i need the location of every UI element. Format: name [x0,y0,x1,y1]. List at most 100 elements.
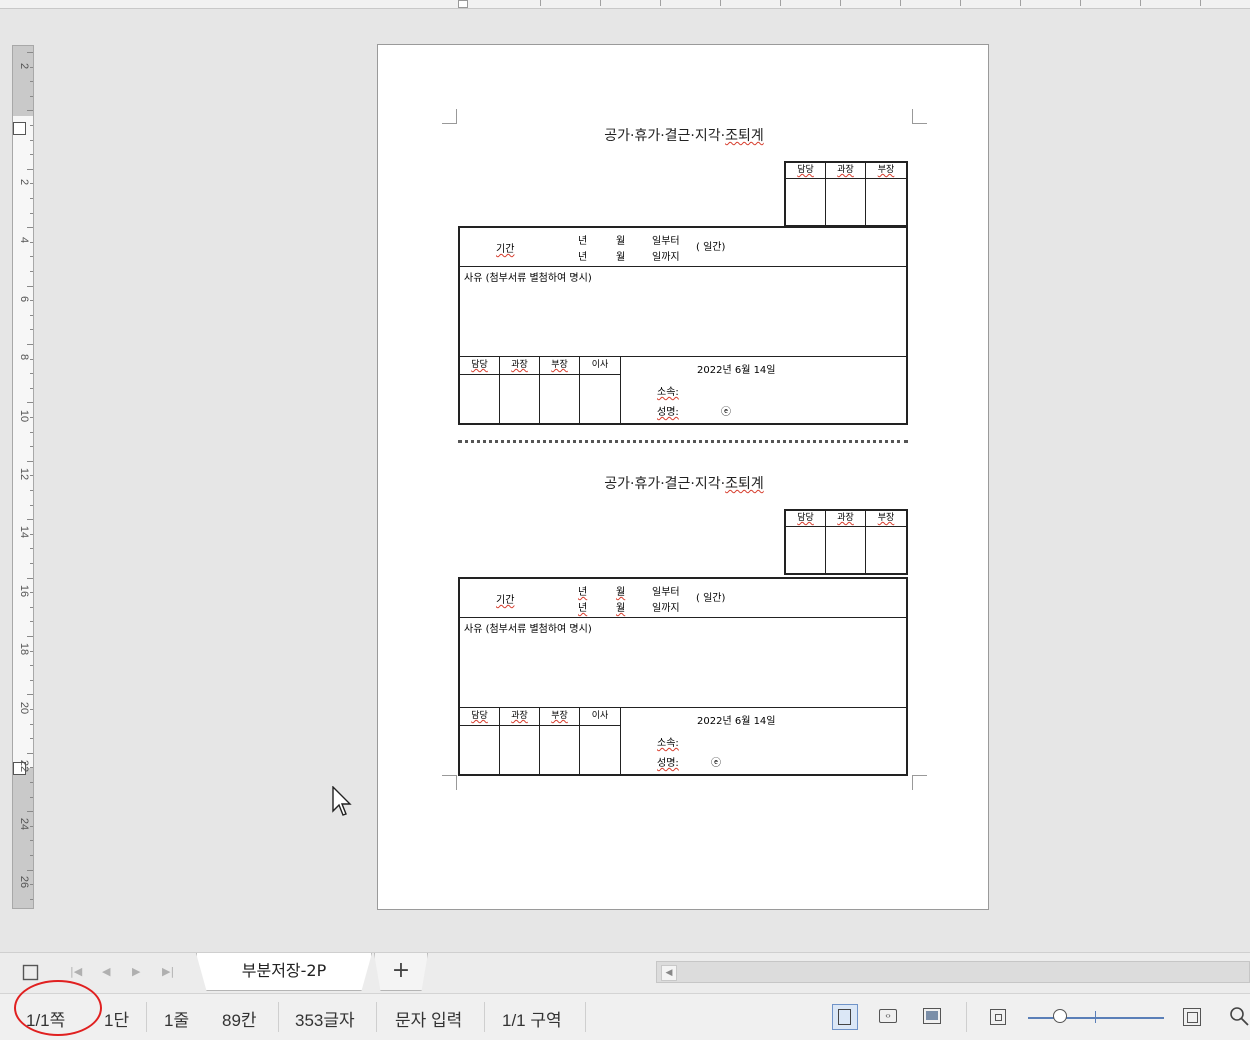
normal-view-icon[interactable] [832,1004,858,1030]
status-chars: 353글자 [295,1011,355,1030]
ruler-tick [30,679,33,681]
next-tab-icon[interactable]: ▶ [132,965,140,978]
full-page-icon[interactable] [920,1004,946,1030]
sign-box[interactable]: 2022년 6월 14일 소속: 성명: ⓔ [621,708,906,774]
ruler-tick [27,519,33,521]
sheet-tab-active[interactable]: 부분저장-2P [196,953,372,991]
ruler-tick [30,723,33,725]
approval-table: 담당 과장 부장 [784,161,908,227]
status-page[interactable]: 1/1쪽 [26,1006,65,1031]
top-ruler [0,0,1250,9]
ruler-tick [30,782,33,783]
ruler-tick [27,52,33,53]
status-section: 1/1 구역 [502,1011,562,1030]
stamp-table: 담당 과장 부장 이사 [460,357,621,423]
form-title: 공가·휴가·결근·지각·조퇴계 [604,476,764,492]
prev-tab-icon[interactable]: ◀ [102,965,110,978]
ruler-tick [30,650,33,652]
ruler-tick [30,95,33,97]
zoom-slider-knob[interactable] [1053,1009,1067,1023]
ruler-label: 22 [18,759,30,773]
ruler-tick [30,431,33,433]
ruler-tick [30,548,33,550]
ruler-tick [30,563,33,564]
ruler-tick [30,533,33,535]
ruler-label: 16 [18,584,30,598]
ruler-tick [30,66,33,68]
approval-table: 담당 과장 부장 [784,509,908,575]
top-margin-marker[interactable] [13,122,26,135]
ruler-tick [30,592,33,594]
ruler-tick [30,504,33,506]
ruler-label: 10 [18,409,30,423]
ruler-tick [30,212,33,214]
ruler-tick [30,446,33,448]
ruler-label: 2 [18,62,30,70]
ruler-tick [30,709,33,710]
ruler-tick [30,271,33,272]
page-view-icon[interactable] [22,964,40,982]
ruler-tick [30,738,33,740]
ruler-tick [30,154,33,156]
ruler-tick [30,417,33,418]
ruler-label: 26 [18,875,30,889]
ruler-tick [30,665,33,667]
status-column: 1단 [104,1011,130,1030]
ruler-tick [27,752,33,754]
ruler-tick [27,636,33,637]
status-bar: 1/1쪽 1단 1줄 89칸 353글자 문자 입력 1/1 구역 ‹› [0,980,1250,1040]
reason-row[interactable]: 사유 (첨부서류 별첨하여 명시) [460,618,906,708]
period-row[interactable]: 기간 년 월 일부터 년 월 일까지 ( 일간) [460,579,906,618]
horizontal-scrollbar[interactable]: ◀ [656,961,1250,983]
first-tab-icon[interactable]: |◀ [70,965,82,978]
ruler-label: 8 [18,353,30,361]
sign-box[interactable]: 2022년 6월 14일 소속: 성명: ⓔ [621,357,906,423]
ruler-tick [30,825,33,827]
zoom-slider[interactable] [1028,1017,1164,1019]
ruler-tick [27,344,33,345]
status-cell: 89칸 [222,1011,257,1030]
ruler-tick [30,300,33,302]
form-main-table: 기간 년 월 일부터 년 월 일까지 ( 일간) 사유 (첨부서류 별첨하여 명… [458,577,908,776]
ruler-tick [27,869,33,871]
ruler-label: 4 [18,236,30,244]
ruler-tick [30,183,33,185]
ruler-tick [30,125,33,126]
vertical-ruler[interactable]: 2 2 4 6 8 10 12 14 16 18 20 22 24 26 [12,45,34,909]
ruler-tick [30,475,33,477]
document-page[interactable]: 공가·휴가·결근·지각·조퇴계 담당 과장 부장 기간 년 월 일부터 년 월 … [377,44,989,910]
status-input-mode[interactable]: 문자 입력 [395,1006,462,1031]
scroll-left-icon[interactable]: ◀ [661,965,677,981]
zoom-in-icon[interactable] [1180,1004,1206,1030]
ruler-label: 2 [18,178,30,186]
ruler-tick [30,373,33,375]
ruler-tick [30,855,33,856]
ruler-tick [30,840,33,842]
ruler-tick [30,329,33,331]
ruler-tick [30,796,33,798]
ruler-tick [27,168,33,170]
ruler-tick [30,621,33,623]
period-row[interactable]: 기간 년 월 일부터 년 월 일까지 ( 일간) [460,228,906,267]
ruler-label: 14 [18,525,30,539]
ruler-label: 6 [18,295,30,303]
ruler-tick [27,110,33,112]
ruler-label: 20 [18,701,30,715]
last-tab-icon[interactable]: ▶| [162,965,174,978]
ruler-tick [30,884,33,886]
ruler-tick [30,767,33,769]
ruler-tick [30,139,33,141]
ruler-tick [30,198,33,199]
sheet-tab-bar: |◀ ◀ ▶ ▶| 부분저장-2P + ◀ [0,952,1250,993]
search-icon[interactable] [1228,1005,1250,1027]
form-main-table: 기간 년 월 일부터 년 월 일까지 ( 일간) 사유 (첨부서류 별첨하여 명… [458,226,908,425]
zoom-out-icon[interactable] [986,1004,1012,1030]
form-title: 공가·휴가·결근·지각·조퇴계 [604,128,764,144]
fit-width-icon[interactable]: ‹› [876,1004,902,1030]
add-tab-button[interactable]: + [374,953,428,991]
ruler-tick [27,285,33,287]
ruler-tick [30,606,33,608]
ruler-tick [27,227,33,229]
reason-row[interactable]: 사유 (첨부서류 별첨하여 명시) [460,267,906,357]
ruler-tick [27,694,33,696]
